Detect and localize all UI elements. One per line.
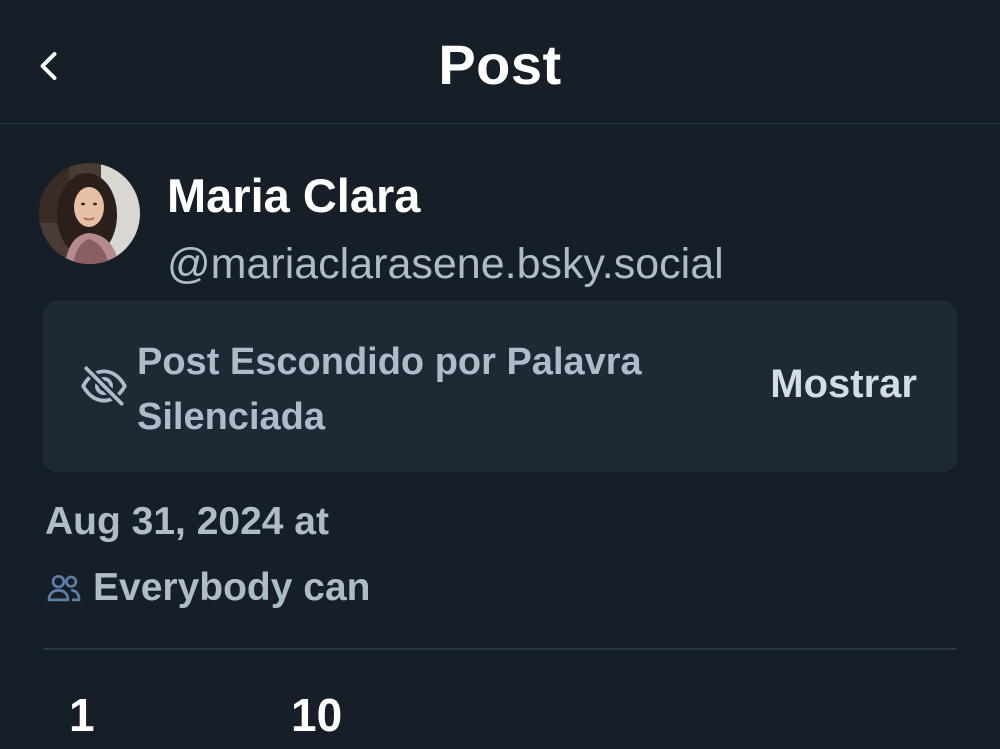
stat-count-second[interactable]: 10 (291, 688, 342, 742)
author-handle[interactable]: @mariaclarasene.bsky.social (167, 240, 724, 289)
people-icon (47, 574, 81, 602)
page-title: Post (438, 33, 562, 96)
stat-count-first[interactable]: 1 (69, 688, 95, 742)
muted-word-notice-text: Post Escondido por Palavra Silenciada (137, 341, 642, 438)
muted-word-notice: Post Escondido por Palavra Silenciada Mo… (43, 301, 957, 472)
avatar-image (39, 163, 140, 264)
divider (43, 648, 957, 650)
reply-setting-label: Everybody can (93, 566, 371, 609)
show-post-button[interactable]: Mostrar (770, 362, 917, 407)
post-date: Aug 31, 2024 at (45, 500, 329, 543)
avatar[interactable] (39, 163, 140, 264)
eye-slash-icon (81, 365, 127, 407)
author-name[interactable]: Maria Clara (167, 168, 420, 223)
header-bar: Post (0, 0, 1000, 124)
reply-setting[interactable]: Everybody can (45, 562, 370, 614)
